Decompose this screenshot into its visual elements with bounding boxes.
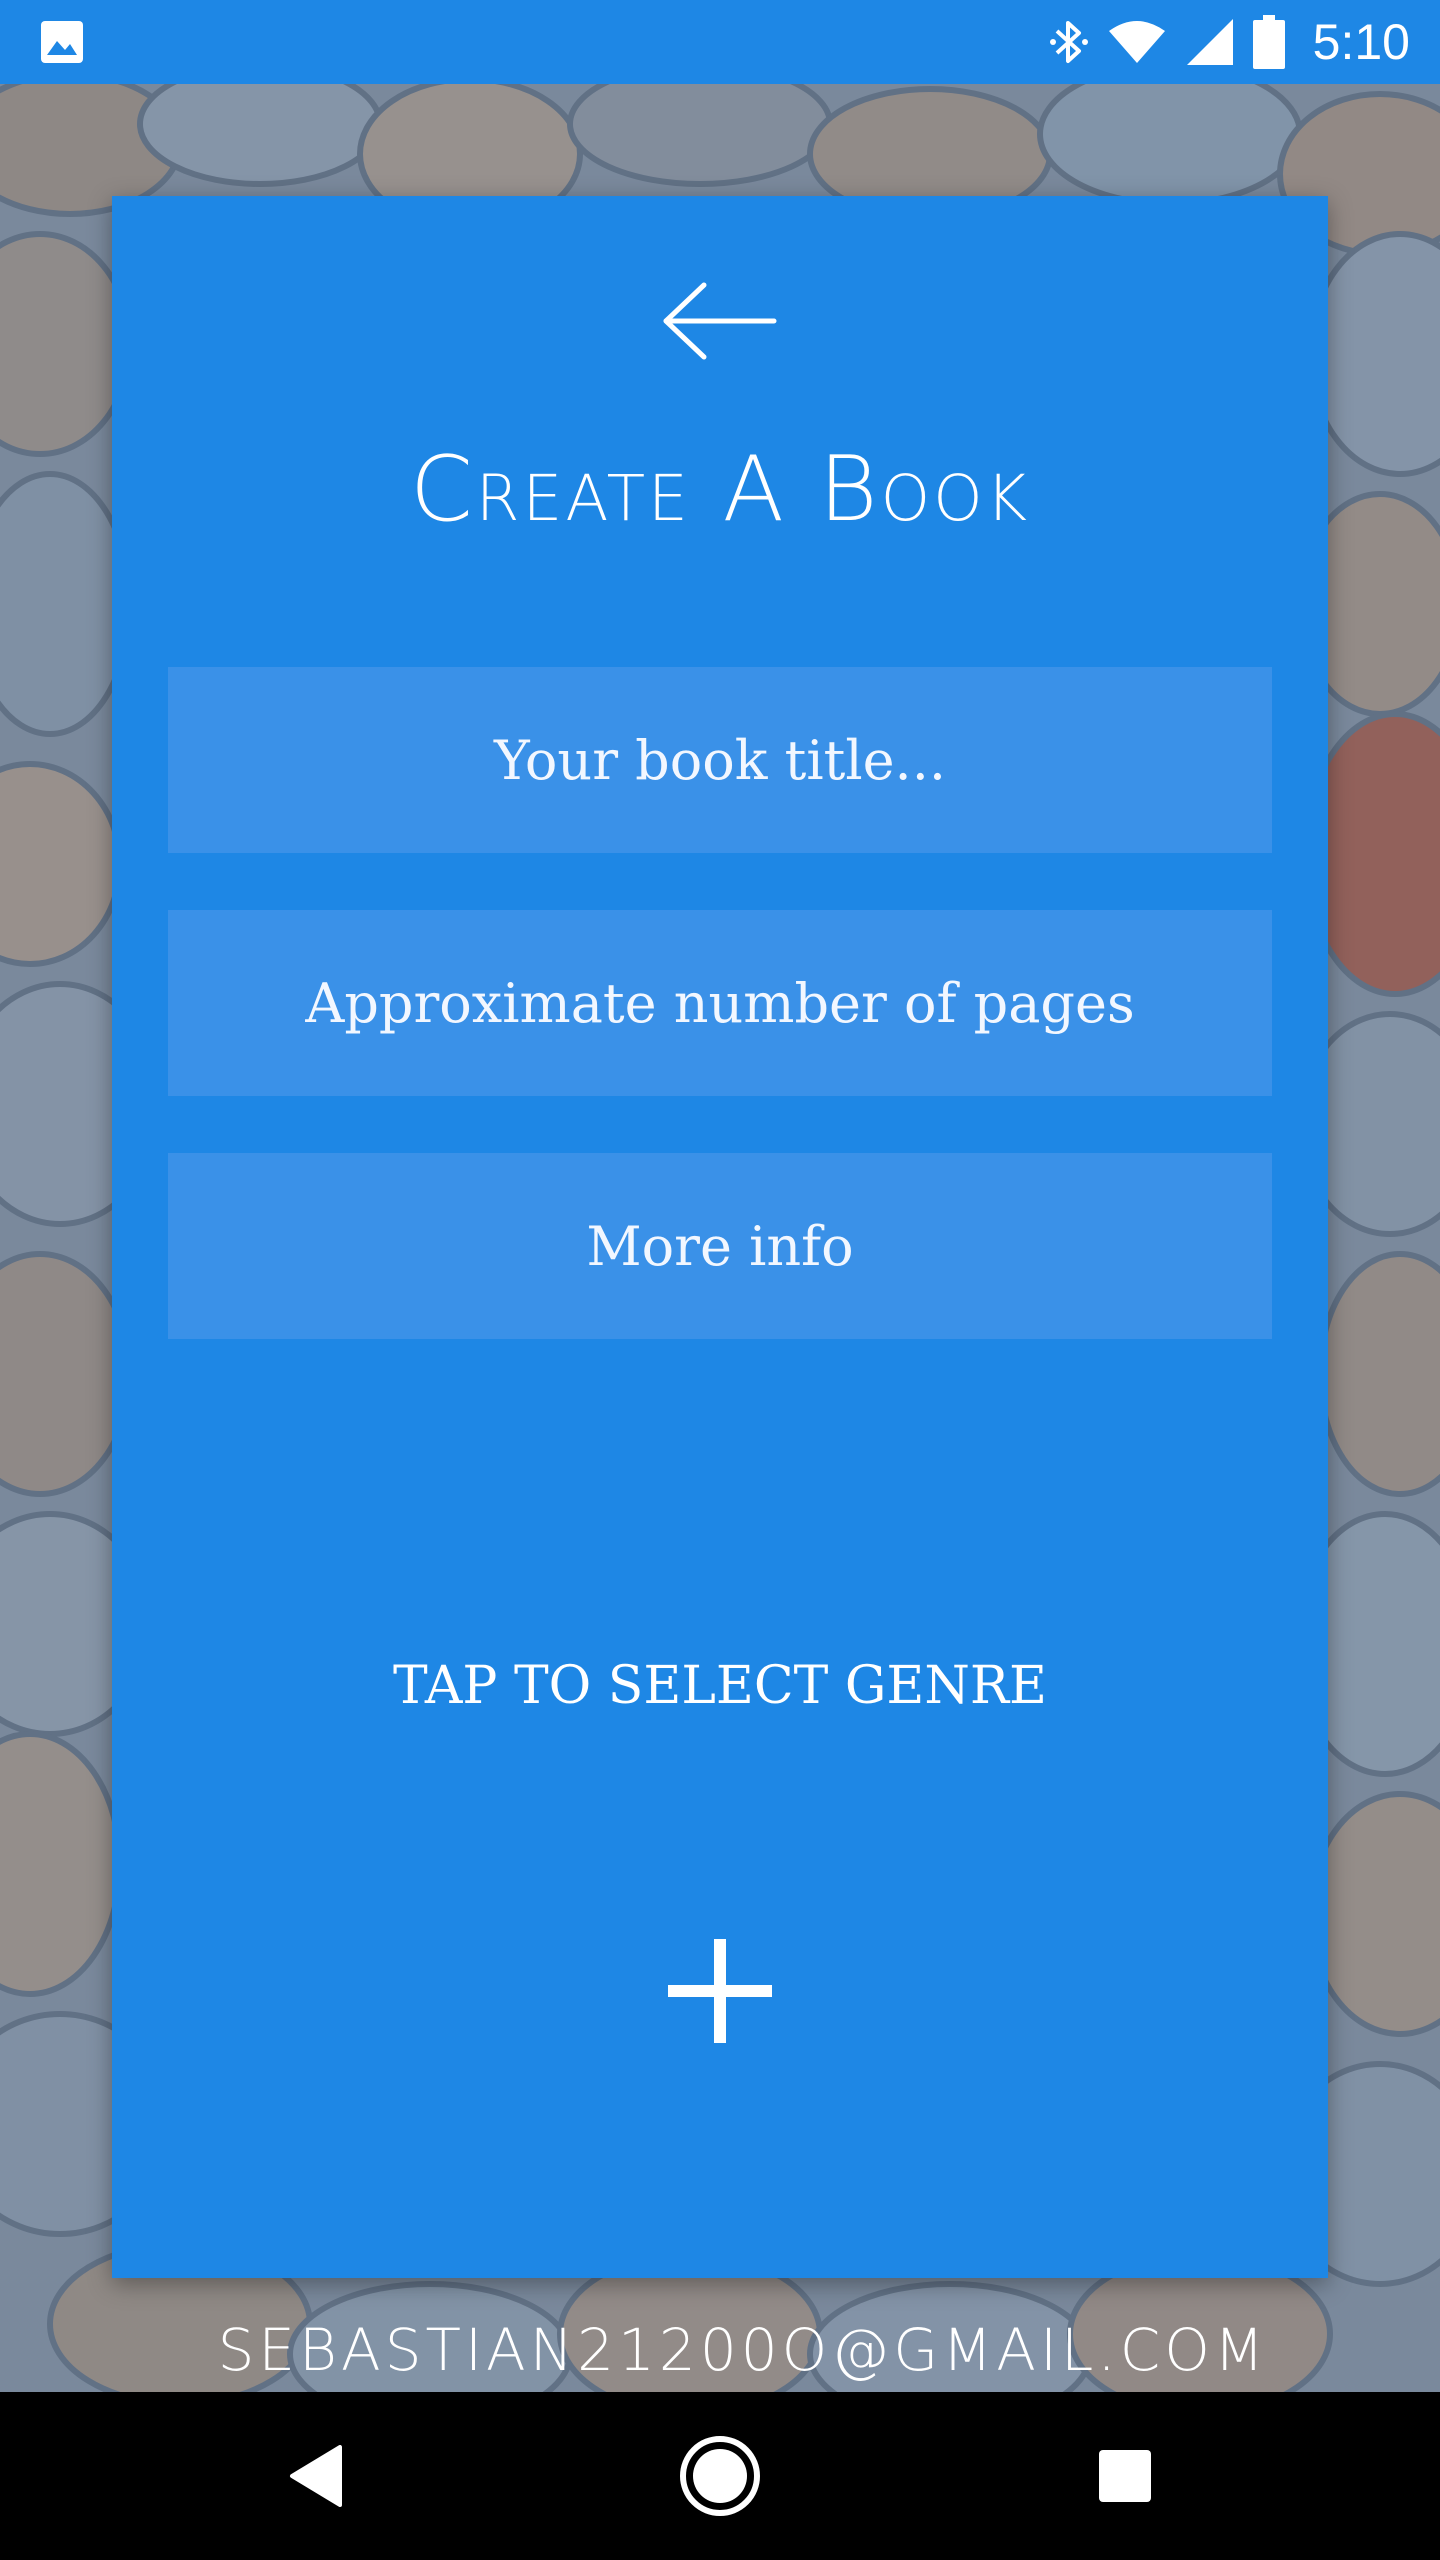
genre-select-button[interactable]: TAP TO SELECT GENRE bbox=[112, 1636, 1328, 1736]
status-bar: 5:10 bbox=[0, 0, 1440, 84]
plus-icon bbox=[668, 1939, 772, 2043]
more-info-input[interactable] bbox=[168, 1153, 1272, 1339]
create-book-card: Create A Book TAP TO SELECT GENRE sebast… bbox=[112, 196, 1328, 2384]
screen: 5:10 Create A Book TAP TO SELECT GENRE s… bbox=[0, 0, 1440, 2560]
cell-signal-icon bbox=[1186, 19, 1233, 65]
user-email: sebastian21200o@gmail.com bbox=[217, 2316, 1268, 2384]
recents-icon bbox=[1099, 2450, 1151, 2502]
wifi-icon bbox=[1108, 21, 1165, 63]
status-icons: 5:10 bbox=[1049, 0, 1410, 84]
status-time: 5:10 bbox=[1312, 14, 1410, 70]
page-title: Create A Book bbox=[409, 437, 1031, 542]
back-button[interactable] bbox=[650, 256, 790, 386]
book-title-input[interactable] bbox=[168, 667, 1272, 853]
home-icon bbox=[680, 2436, 760, 2516]
arrow-left-icon bbox=[663, 282, 777, 360]
back-icon bbox=[290, 2445, 342, 2507]
nav-back-button[interactable] bbox=[256, 2416, 376, 2536]
add-book-button[interactable] bbox=[655, 1926, 785, 2056]
navigation-bar bbox=[0, 2392, 1440, 2560]
bluetooth-icon bbox=[1049, 21, 1088, 63]
battery-icon bbox=[1252, 15, 1285, 69]
gallery-icon bbox=[41, 21, 83, 63]
page-count-input[interactable] bbox=[168, 910, 1272, 1096]
nav-home-button[interactable] bbox=[660, 2416, 780, 2536]
nav-recents-button[interactable] bbox=[1065, 2416, 1185, 2536]
